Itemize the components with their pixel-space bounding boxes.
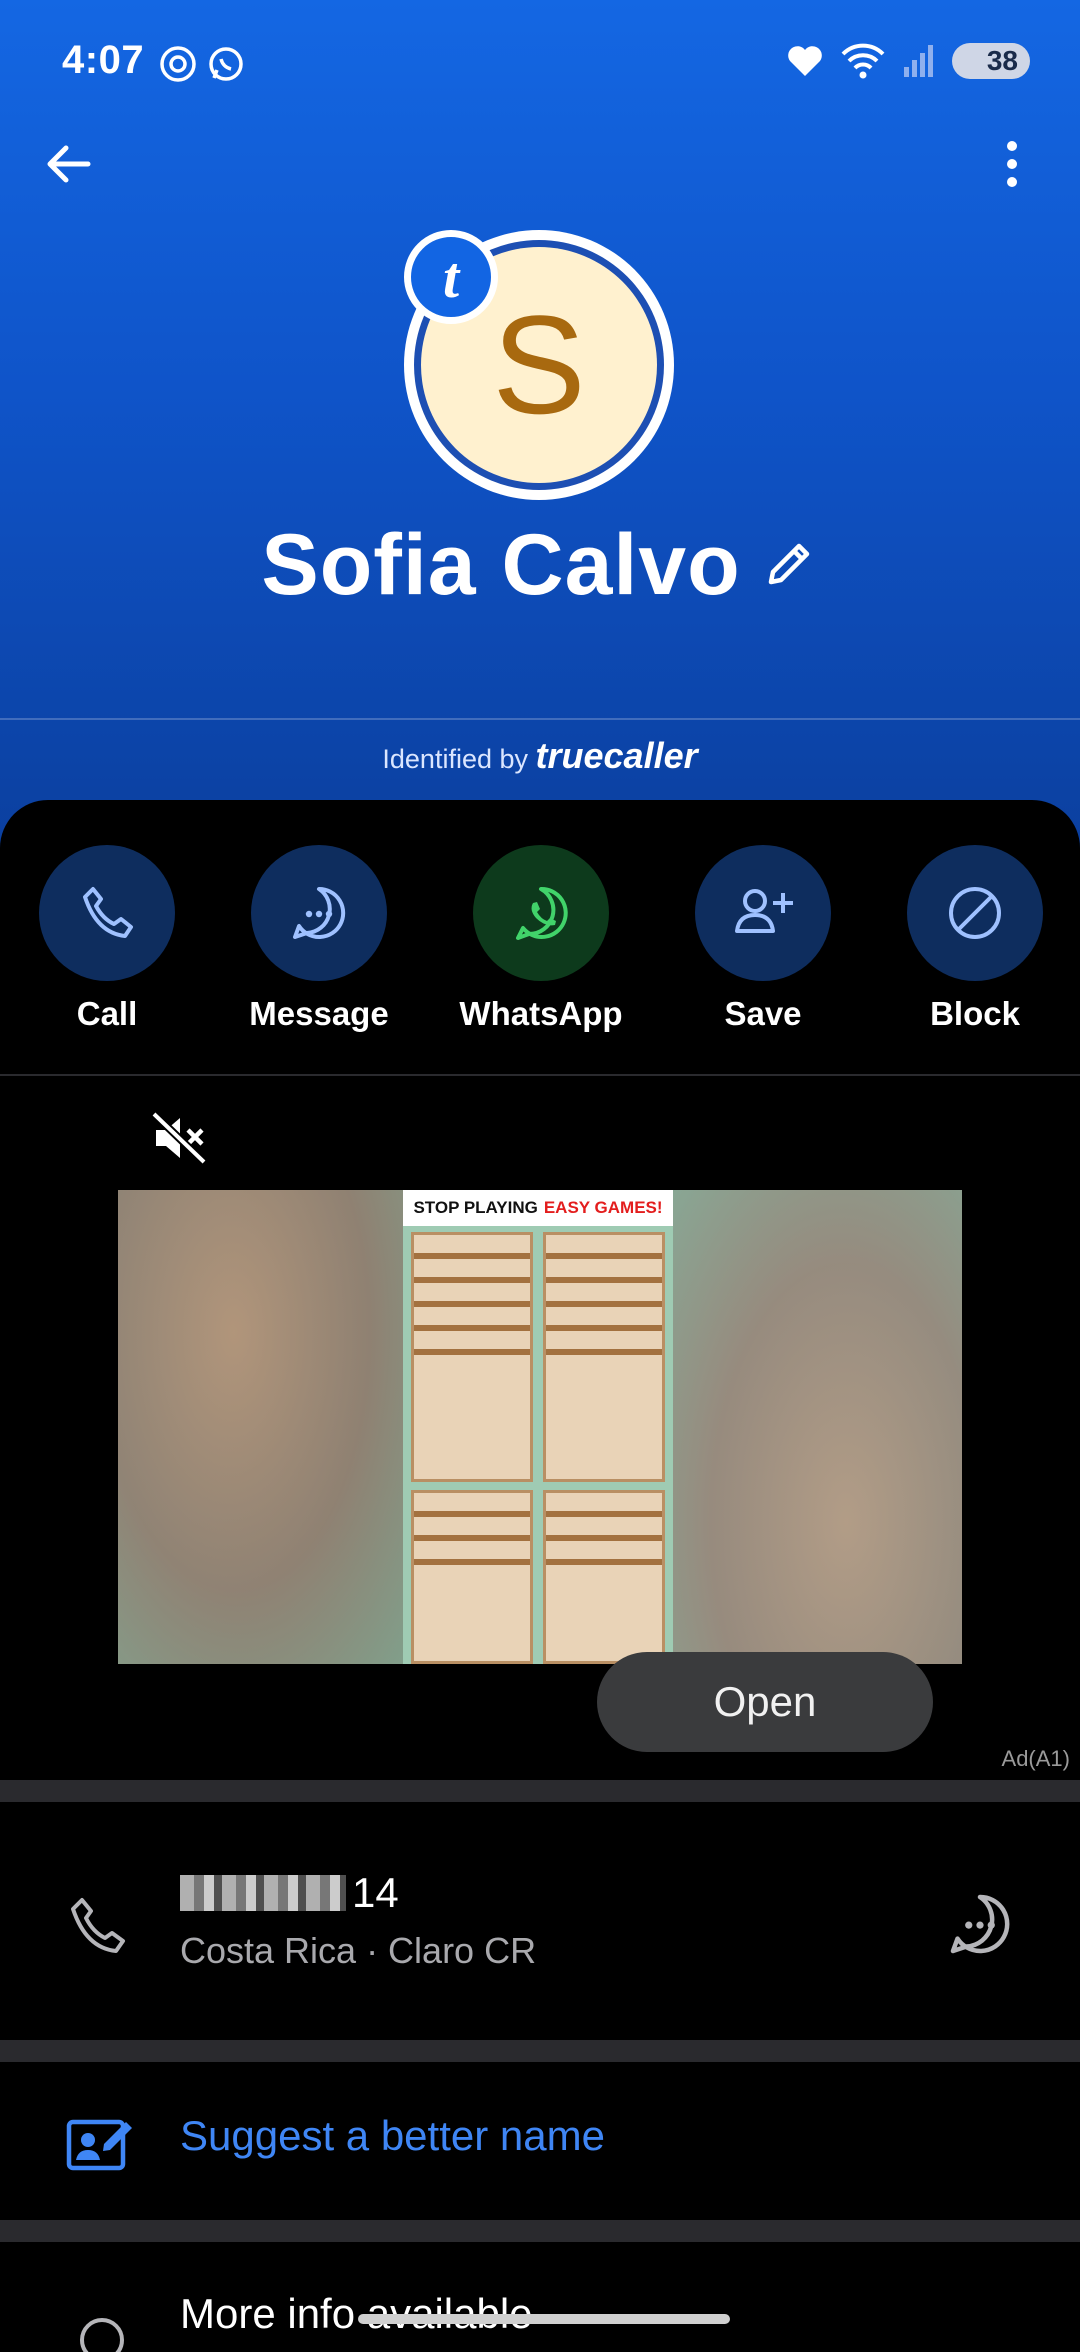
redacted-digits (180, 1875, 346, 1911)
whatsapp-icon (209, 47, 243, 81)
header-divider (0, 718, 1080, 720)
arrow-left-icon (47, 145, 91, 183)
signal-icon (904, 45, 933, 77)
call-action-label: Call (76, 995, 138, 1032)
block-action-circle (907, 845, 1043, 981)
status-icons-right: 38 (786, 42, 1030, 80)
truecaller-logo: truecaller (535, 735, 698, 776)
ad-banner-text-a: STOP PLAYING (413, 1198, 538, 1217)
contact-name-row: Sofia Calvo (0, 510, 1080, 620)
truecaller-badge: t (404, 230, 498, 324)
call-action-button[interactable]: Call (12, 845, 202, 1033)
block-action-label: Block (930, 995, 1020, 1032)
location-icon (80, 2318, 124, 2352)
ad-shelf (543, 1232, 665, 1482)
add-person-icon (735, 889, 793, 933)
suggest-name-link[interactable]: Suggest a better name (180, 2112, 605, 2160)
more-options-button[interactable] (972, 124, 1052, 204)
pencil-icon (768, 543, 809, 584)
identified-by: Identified by truecaller (0, 735, 1080, 777)
whatsapp-action-circle (473, 845, 609, 981)
quick-actions: Call Message WhatsApp Save Block (0, 845, 1080, 1035)
save-action-circle (695, 845, 831, 981)
more-info-row[interactable] (0, 2242, 1080, 2352)
whatsapp-action-button[interactable]: WhatsApp (446, 845, 636, 1033)
edit-contact-card-icon (66, 2119, 132, 2171)
ad-label: Ad(A1) (1001, 1746, 1070, 1771)
identified-prefix: Identified by (382, 744, 528, 774)
sms-button[interactable] (944, 1888, 1016, 1960)
ad-banner: STOP PLAYING EASY GAMES! (403, 1190, 673, 1226)
phone-icon (83, 887, 133, 938)
ad-shelf (411, 1232, 533, 1482)
block-icon (949, 887, 1001, 939)
status-time: 4:07 (62, 38, 145, 82)
mute-button[interactable] (150, 1110, 210, 1166)
contact-name: Sofia Calvo (261, 516, 741, 613)
battery-level: 38 (986, 45, 1018, 76)
ad-video[interactable]: STOP PLAYING EASY GAMES! (118, 1190, 962, 1664)
phone-row[interactable] (0, 1802, 1080, 2038)
ad-shelf (543, 1490, 665, 1664)
call-action-circle (39, 845, 175, 981)
edit-name-button[interactable] (761, 534, 819, 597)
section-divider (0, 1780, 1080, 1802)
save-action-label: Save (724, 995, 802, 1032)
home-indicator[interactable] (358, 2314, 730, 2324)
ad-banner-text-b: EASY GAMES! (543, 1198, 663, 1217)
section-divider (0, 2040, 1080, 2062)
whatsapp-action-label: WhatsApp (459, 995, 623, 1032)
more-vertical-icon (1007, 141, 1017, 187)
chat-bubble-icon (950, 1894, 1010, 1954)
whatsapp-icon (516, 886, 568, 940)
phone-number-suffix: 14 (352, 1869, 399, 1916)
status-icons-left (158, 44, 246, 84)
message-action-button[interactable]: Message (224, 845, 414, 1033)
ad-game-preview: STOP PLAYING EASY GAMES! (403, 1190, 673, 1664)
chat-bubble-icon (293, 886, 346, 939)
ad-blur-left (118, 1190, 408, 1664)
wifi-icon (841, 43, 885, 79)
ad-shelf (411, 1490, 533, 1664)
phone-number: 14 (180, 1865, 399, 1921)
threads-icon (160, 46, 196, 82)
back-button[interactable] (28, 124, 108, 204)
heart-icon (788, 46, 822, 76)
save-action-button[interactable]: Save (668, 845, 858, 1033)
block-action-button[interactable]: Block (880, 845, 1070, 1033)
phone-icon (71, 1898, 125, 1953)
ad-blur-right (672, 1190, 962, 1664)
battery-indicator: 38 (952, 43, 1030, 79)
section-divider (0, 2220, 1080, 2242)
message-action-circle (251, 845, 387, 981)
status-bar: 4:07 38 (0, 38, 1080, 88)
volume-mute-icon (151, 1111, 207, 1165)
phone-carrier: Costa Rica · Claro CR (180, 1930, 537, 1971)
message-action-label: Message (249, 995, 389, 1032)
ad-open-button[interactable]: Open (597, 1652, 933, 1752)
